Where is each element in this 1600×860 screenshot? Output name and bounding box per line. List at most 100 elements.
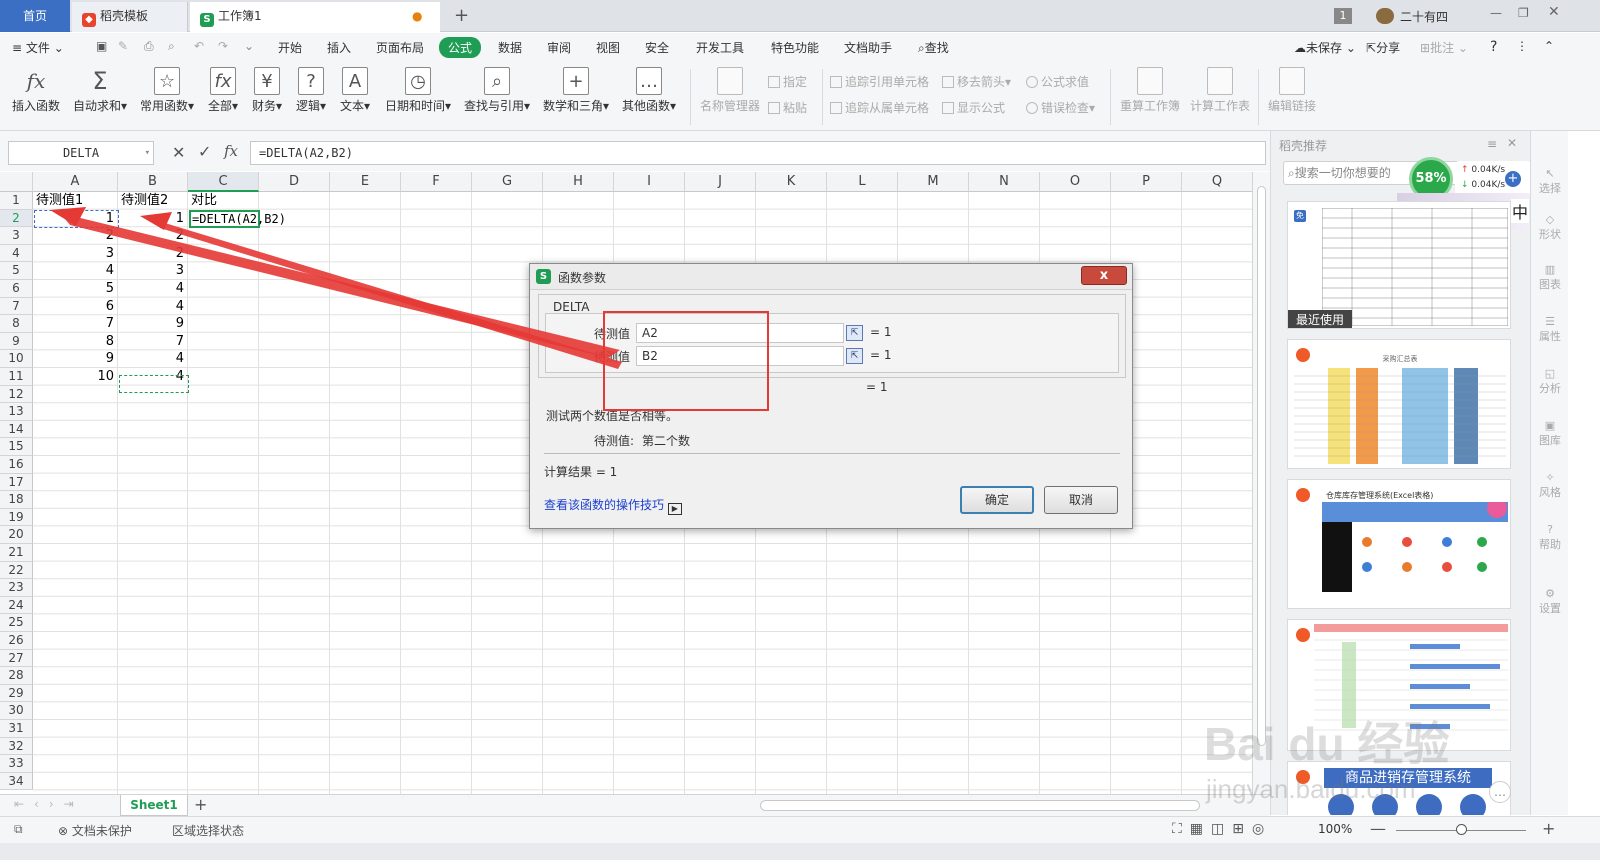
collapse-ribbon-icon[interactable]: ⌃	[1544, 39, 1554, 53]
panel-title[interactable]: 稻壳推荐	[1279, 137, 1327, 154]
column-header-b[interactable]: B	[118, 172, 188, 192]
name-manager-button[interactable]: 名称管理器	[700, 67, 760, 114]
row-header-5[interactable]: 5	[0, 262, 33, 280]
column-header-o[interactable]: O	[1040, 172, 1111, 192]
select-all-corner[interactable]	[0, 172, 33, 192]
more-icon[interactable]: ⋮	[1516, 39, 1528, 53]
file-menu[interactable]: ≡ 文件 ⌄	[12, 39, 64, 56]
cell-b4[interactable]: 2	[118, 245, 188, 263]
cell-a1[interactable]: 待测值1	[36, 192, 83, 210]
strip-select[interactable]: ↖ 选择	[1531, 167, 1569, 196]
row-header-17[interactable]: 17	[0, 473, 33, 492]
column-header-n[interactable]: N	[969, 172, 1040, 192]
recalc-workbook-button[interactable]: 重算工作簿	[1120, 67, 1180, 114]
help-button[interactable]: ?	[1490, 39, 1497, 55]
share-button[interactable]: ⇱分享	[1366, 39, 1400, 56]
row-header-3[interactable]: 3	[0, 227, 33, 245]
cell-a6[interactable]: 5	[33, 280, 118, 298]
minimize-icon[interactable]: —	[1490, 6, 1502, 20]
macro-icon[interactable]: ⧉	[14, 822, 23, 837]
other-functions-button[interactable]: … 其他函数▾	[622, 67, 676, 114]
panel-close-icon[interactable]: ✕	[1507, 136, 1517, 150]
cell-b5[interactable]: 3	[118, 262, 188, 280]
strip-settings[interactable]: ⚙ 设置	[1531, 587, 1569, 616]
strip-shape[interactable]: ◇ 形状	[1531, 213, 1569, 242]
cell-b10[interactable]: 4	[118, 350, 188, 368]
row-header-4[interactable]: 4	[0, 244, 33, 263]
trace-precedents-button[interactable]: 追踪引用单元格	[830, 73, 929, 90]
cell-b7[interactable]: 4	[118, 298, 188, 316]
cell-b9[interactable]: 7	[118, 333, 188, 351]
row-header-9[interactable]: 9	[0, 332, 33, 351]
customize-icon[interactable]: ⌄	[244, 39, 254, 53]
zoom-in-icon[interactable]: +	[1542, 819, 1555, 838]
edit-links-button[interactable]: 编辑链接	[1268, 67, 1316, 114]
chevron-down-icon[interactable]: ▾	[145, 142, 150, 164]
zoom-slider-thumb[interactable]	[1456, 824, 1467, 835]
cloud-save-status[interactable]: ☁未保存 ⌄	[1294, 39, 1356, 56]
row-header-29[interactable]: 29	[0, 684, 33, 703]
column-header-m[interactable]: M	[898, 172, 969, 192]
remove-arrows-button[interactable]: 移去箭头▾	[942, 73, 1011, 90]
strip-analysis[interactable]: ◱ 分析	[1531, 367, 1569, 396]
vertical-scrollbar[interactable]	[1252, 172, 1270, 794]
row-header-23[interactable]: 23	[0, 579, 33, 597]
confirm-entry-icon[interactable]: ✓	[198, 142, 211, 161]
tab-workbook[interactable]: S 工作簿1 ●	[190, 2, 440, 32]
menu-formula[interactable]: 公式	[439, 37, 482, 58]
save-icon[interactable]: ▣	[96, 39, 107, 53]
cancel-button[interactable]: 取消	[1044, 486, 1118, 514]
ok-button[interactable]: 确定	[960, 486, 1034, 514]
tab-home[interactable]: 首页	[0, 0, 70, 32]
row-header-22[interactable]: 22	[0, 561, 33, 580]
row-header-21[interactable]: 21	[0, 544, 33, 562]
row-header-18[interactable]: 18	[0, 491, 33, 509]
row-header-12[interactable]: 12	[0, 385, 33, 404]
tab-template[interactable]: ◆ 稻壳模板	[72, 2, 188, 32]
show-formulas-button[interactable]: 显示公式	[942, 99, 1005, 116]
user-name[interactable]: 二十有四	[1400, 8, 1448, 25]
print-icon[interactable]: ⎙	[144, 39, 154, 54]
panel-search-input[interactable]: ⌕搜索一切你想要的	[1283, 161, 1483, 185]
row-header-30[interactable]: 30	[0, 702, 33, 720]
row-header-20[interactable]: 20	[0, 526, 33, 544]
assign-button[interactable]: 指定	[768, 73, 807, 90]
format-painter-icon[interactable]: ✎	[118, 39, 128, 53]
column-header-l[interactable]: L	[827, 172, 898, 192]
logical-button[interactable]: ? 逻辑▾	[296, 67, 326, 114]
cell-a9[interactable]: 8	[33, 333, 118, 351]
strip-help[interactable]: ? 帮助	[1531, 523, 1569, 552]
row-header-26[interactable]: 26	[0, 632, 33, 650]
view-mode-icons[interactable]: ⛶▦◫⊞◎	[1172, 821, 1272, 837]
plus-circle-icon[interactable]: +	[1505, 171, 1521, 187]
row-header-15[interactable]: 15	[0, 438, 33, 456]
cell-b1[interactable]: 待测值2	[121, 192, 168, 210]
restore-icon[interactable]: ❐	[1518, 6, 1529, 20]
column-header-k[interactable]: K	[756, 172, 827, 192]
cell-c2-active[interactable]: =DELTA(A2,B2)	[189, 210, 286, 228]
row-header-32[interactable]: 32	[0, 737, 33, 756]
arg1-input[interactable]: A2	[636, 323, 844, 343]
vertical-scroll-thumb[interactable]	[1257, 186, 1266, 746]
template-thumb-2[interactable]: 采购汇总表	[1287, 339, 1511, 469]
dialog-close-button[interactable]: x	[1081, 266, 1127, 285]
page-count-badge[interactable]: 1	[1334, 8, 1352, 24]
close-window-icon[interactable]: ✕	[1548, 4, 1560, 20]
column-header-g[interactable]: G	[472, 172, 543, 192]
common-functions-button[interactable]: ☆ 常用函数▾	[140, 67, 194, 114]
math-trig-button[interactable]: + 数学和三角▾	[543, 67, 609, 114]
strip-style[interactable]: ✧ 风格	[1531, 471, 1569, 500]
trace-dependents-button[interactable]: 追踪从属单元格	[830, 99, 929, 116]
row-header-33[interactable]: 33	[0, 755, 33, 773]
sheet-nav-arrows-icon[interactable]: ⇤‹›⇥	[14, 797, 84, 811]
redo-icon[interactable]: ↷	[218, 39, 228, 53]
doc-protect-status[interactable]: ⊗ 文档未保护	[58, 822, 132, 839]
error-check-button[interactable]: 错误检查▾	[1026, 99, 1095, 116]
ime-indicator[interactable]: 中	[1511, 199, 1530, 223]
menu-page-layout[interactable]: 页面布局	[376, 39, 424, 56]
zoom-out-icon[interactable]: —	[1370, 819, 1386, 838]
cell-c1[interactable]: 对比	[191, 192, 217, 210]
row-header-13[interactable]: 13	[0, 403, 33, 421]
column-header-h[interactable]: H	[543, 172, 614, 192]
all-functions-button[interactable]: fx 全部▾	[208, 67, 238, 114]
